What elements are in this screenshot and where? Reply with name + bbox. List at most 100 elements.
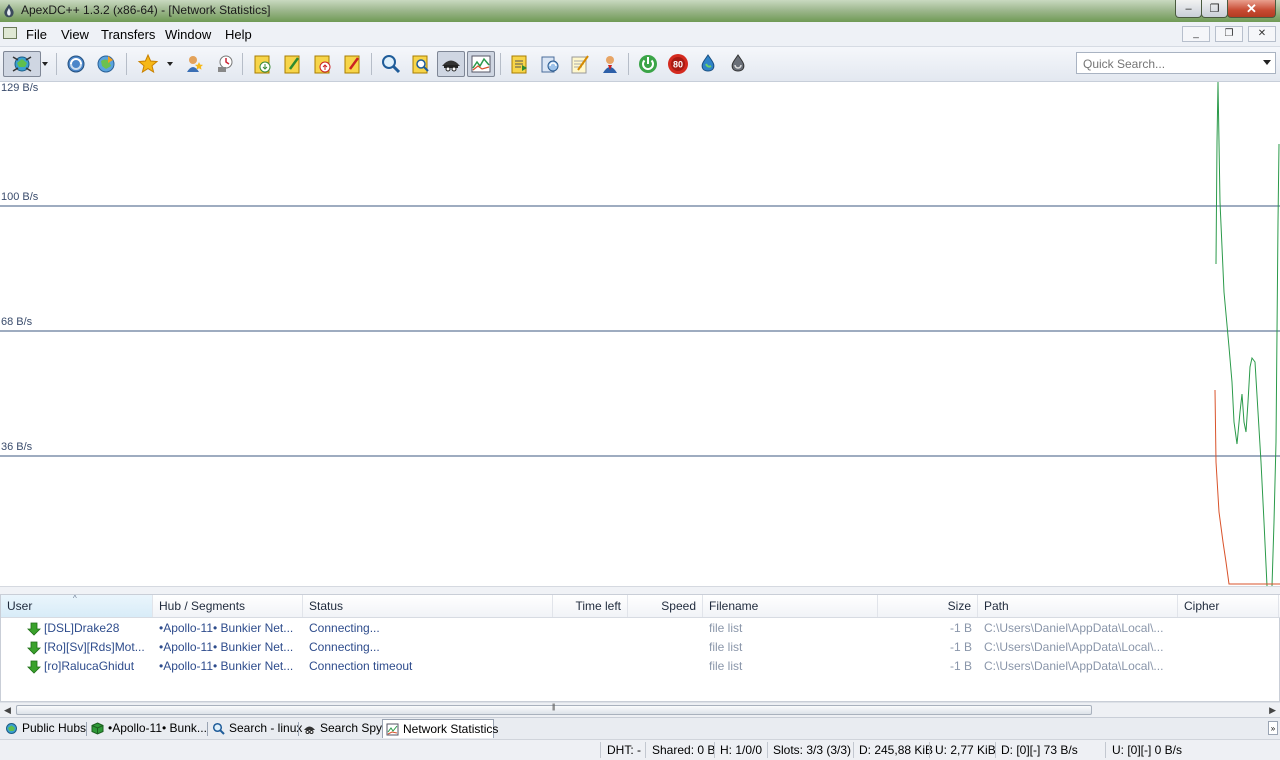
column-header-path[interactable]: Path — [978, 595, 1178, 617]
scroll-left-icon[interactable]: ◀ — [4, 705, 11, 716]
mdi-minimize-button[interactable]: _ — [1182, 26, 1210, 42]
open-file-list-icon — [511, 55, 527, 74]
follow-redirect-button[interactable] — [93, 51, 119, 77]
table-row[interactable]: [DSL]Drake28 •Apollo-11• Bunkier Net... … — [1, 619, 1280, 638]
mdi-restore-icon: ❐ — [1224, 28, 1234, 39]
toolbar-separator — [242, 53, 243, 75]
minimize-button[interactable]: – — [1175, 0, 1202, 18]
adl-search-button[interactable] — [408, 51, 434, 77]
reconnect-button[interactable] — [63, 51, 89, 77]
column-header-cipher[interactable]: Cipher — [1178, 595, 1279, 617]
graph-canvas — [0, 82, 1280, 586]
tab-search-linux[interactable]: Search - linux — [209, 719, 302, 738]
chevron-down-icon[interactable] — [1263, 60, 1271, 65]
status-separator — [929, 742, 930, 758]
cell-size: -1 B — [949, 659, 972, 673]
close-button[interactable]: ✕ — [1227, 0, 1276, 18]
cell-speed — [628, 657, 703, 676]
window-tab-bar: Public Hubs •Apollo-11• Bunk... Search -… — [0, 717, 1280, 739]
download-rate-line-right — [1271, 143, 1280, 586]
column-header-filename[interactable]: Filename — [703, 595, 878, 617]
search-spy-button[interactable] — [437, 51, 465, 77]
tab-public-hubs[interactable]: Public Hubs — [2, 719, 87, 738]
favorite-users-button[interactable] — [182, 51, 208, 77]
scale-label-36: 36 B/s — [1, 441, 33, 453]
system-log-button[interactable] — [597, 51, 623, 77]
tab-label: Search - linux — [229, 721, 303, 735]
search-button[interactable] — [378, 51, 404, 77]
finished-uploads-icon — [344, 55, 360, 74]
scale-label-68: 68 B/s — [1, 316, 33, 328]
finished-uploads-button[interactable] — [340, 51, 366, 77]
adl-search-icon — [412, 55, 429, 74]
connect-dropdown[interactable] — [38, 51, 52, 77]
settings-icon — [731, 54, 745, 72]
column-header-status[interactable]: Status — [303, 595, 553, 617]
scroll-right-icon[interactable]: ▶ — [1269, 705, 1276, 716]
network-statistics-button[interactable] — [467, 51, 495, 77]
settings-button[interactable] — [725, 51, 751, 77]
status-separator — [995, 742, 996, 758]
cell-filename: file list — [709, 621, 743, 635]
tab-separator — [86, 722, 87, 736]
connect-icon — [12, 56, 32, 72]
cell-user: [DSL]Drake28 — [44, 621, 120, 635]
scale-label-129: 129 B/s — [1, 82, 39, 94]
notepad-button[interactable] — [567, 51, 593, 77]
menu-transfers[interactable]: Transfers — [101, 27, 155, 42]
mdi-restore-button[interactable]: ❐ — [1215, 26, 1243, 42]
horizontal-scrollbar[interactable]: ◀ ||| ▶ — [0, 702, 1280, 717]
tab-label: Search Spy — [320, 721, 383, 735]
maximize-button[interactable]: ❐ — [1201, 0, 1228, 18]
away-button[interactable] — [635, 51, 661, 77]
toolbar-separator — [56, 53, 57, 75]
table-row[interactable]: [ro]RalucaGhidut •Apollo-11• Bunkier Net… — [1, 657, 1280, 676]
quick-search-combo[interactable] — [1076, 52, 1276, 74]
recent-hubs-button[interactable] — [212, 51, 238, 77]
tab-overflow-button[interactable]: » — [1268, 721, 1278, 735]
cell-speed — [628, 638, 703, 657]
column-header-user[interactable]: User ^ — [1, 595, 153, 617]
speed-limit-icon: 80 — [668, 54, 688, 74]
pane-splitter[interactable] — [0, 586, 1280, 594]
upload-rate-line — [1214, 389, 1280, 585]
quick-search-input[interactable] — [1081, 54, 1255, 74]
cdm-debug-button[interactable] — [695, 51, 721, 77]
limiter-label: 80 — [673, 60, 683, 70]
column-header-time-left[interactable]: Time left — [553, 595, 628, 617]
status-slots: Slots: 3/3 (3/3) — [773, 743, 852, 757]
menu-view[interactable]: View — [61, 27, 89, 42]
menu-window[interactable]: Window — [165, 27, 211, 42]
menu-help[interactable]: Help — [225, 27, 252, 42]
download-queue-button[interactable] — [250, 51, 276, 77]
cell-hub: •Apollo-11• Bunkier Net... — [159, 640, 294, 654]
mdi-child-icon[interactable] — [3, 27, 17, 39]
open-file-list-button[interactable] — [507, 51, 533, 77]
column-header-size[interactable]: Size — [878, 595, 978, 617]
menu-file[interactable]: File — [26, 27, 47, 42]
favorites-button[interactable] — [135, 51, 161, 77]
toolbar: 80 — [0, 47, 1280, 82]
favorites-dropdown[interactable] — [163, 51, 177, 77]
column-header-hub[interactable]: Hub / Segments — [153, 595, 303, 617]
mdi-close-button[interactable]: ✕ — [1248, 26, 1276, 42]
upload-queue-button[interactable] — [310, 51, 336, 77]
limiter-button[interactable]: 80 — [665, 51, 691, 77]
cell-cipher — [1178, 619, 1279, 638]
reconnect-icon — [67, 55, 85, 73]
status-separator — [1105, 742, 1106, 758]
tab-search-spy[interactable]: Search Spy — [300, 719, 383, 738]
tab-hub-apollo[interactable]: •Apollo-11• Bunk... — [88, 719, 207, 738]
tab-network-statistics[interactable]: Network Statistics — [382, 719, 498, 738]
cell-hub: •Apollo-11• Bunkier Net... — [159, 659, 294, 673]
hub-cube-icon — [91, 722, 104, 735]
menu-bar: File View Transfers Window Help _ ❐ ✕ — [0, 22, 1280, 47]
connect-button[interactable] — [3, 51, 41, 77]
scrollbar-grip-icon: ||| — [552, 704, 556, 711]
status-separator — [767, 742, 768, 758]
tab-label: Public Hubs — [22, 721, 87, 735]
refresh-file-list-button[interactable] — [537, 51, 563, 77]
table-row[interactable]: [Ro][Sv][Rds]Mot... •Apollo-11• Bunkier … — [1, 638, 1280, 657]
column-header-speed[interactable]: Speed — [628, 595, 703, 617]
finished-downloads-button[interactable] — [280, 51, 306, 77]
